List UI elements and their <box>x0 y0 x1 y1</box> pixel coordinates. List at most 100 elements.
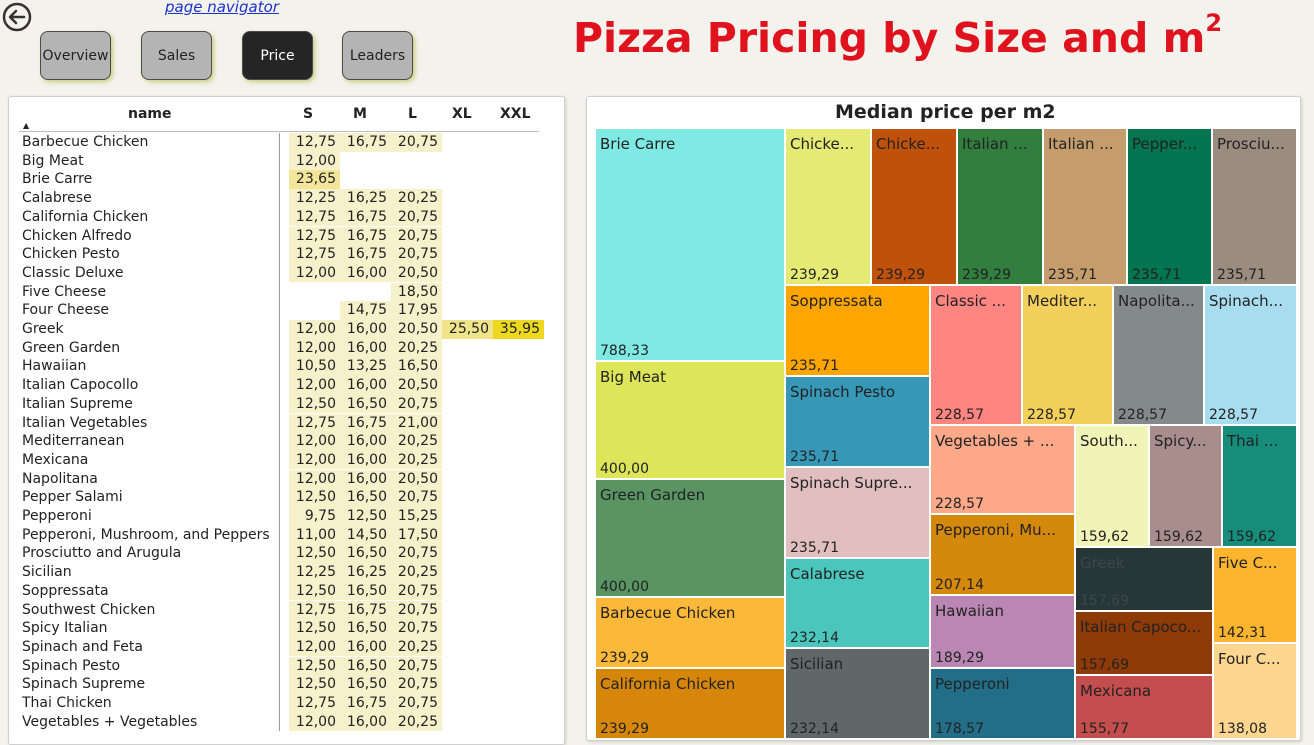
treemap-tile[interactable]: Mexicana 155,77 <box>1075 675 1213 739</box>
treemap-tile[interactable]: Hawaiian 189,29 <box>930 595 1075 668</box>
treemap-tile[interactable]: Spicy... 159,62 <box>1149 425 1222 547</box>
table-row[interactable]: Big Meat 12,00 <box>19 151 539 171</box>
row-name: Napolitana <box>22 470 98 487</box>
leaders-button[interactable]: Leaders <box>342 31 413 80</box>
table-row[interactable]: Calabrese 12,25 16,25 20,25 <box>19 189 539 208</box>
price-cell-l: 20,50 <box>391 376 442 395</box>
tile-label: South... <box>1080 432 1138 450</box>
treemap-tile[interactable]: Five C... 142,31 <box>1213 547 1297 643</box>
treemap-tile[interactable]: Pepper... 235,71 <box>1127 128 1212 285</box>
table-row[interactable]: Spicy Italian 12,50 16,50 20,75 <box>19 619 539 638</box>
treemap-tile[interactable]: Italian ... 239,29 <box>957 128 1043 285</box>
table-row[interactable]: Mediterranean 12,00 16,00 20,25 <box>19 432 539 451</box>
price-cell-l: 20,75 <box>391 694 442 713</box>
row-name: Mexicana <box>22 451 89 468</box>
overview-button[interactable]: Overview <box>40 31 111 80</box>
table-row[interactable]: Chicken Pesto 12,75 16,75 20,75 <box>19 245 539 264</box>
table-row[interactable]: California Chicken 12,75 16,75 20,75 <box>19 207 539 227</box>
table-row[interactable]: Thai Chicken 12,75 16,75 20,75 <box>19 694 539 713</box>
treemap-tile[interactable]: Spinach Supre... 235,71 <box>785 467 930 558</box>
treemap-tile[interactable]: Spinach... 228,57 <box>1204 285 1297 425</box>
treemap-tile[interactable]: Sicilian 232,14 <box>785 648 930 739</box>
treemap-tile[interactable]: Soppressata 235,71 <box>785 285 930 376</box>
treemap-tile[interactable]: Calabrese 232,14 <box>785 558 930 648</box>
table-row[interactable]: Prosciutto and Arugula 12,50 16,50 20,75 <box>19 544 539 563</box>
tile-value: 239,29 <box>962 267 1011 283</box>
table-row[interactable]: Brie Carre 23,65 <box>19 170 539 189</box>
table-row[interactable]: Barbecue Chicken 12,75 16,75 20,75 <box>19 133 539 152</box>
table-row[interactable]: Italian Capocollo 12,00 16,00 20,50 <box>19 376 539 395</box>
table-row[interactable]: Vegetables + Vegetables 12,00 16,00 20,25 <box>19 712 539 732</box>
table-row[interactable]: Greek 12,00 16,00 20,50 25,50 35,95 <box>19 320 544 339</box>
tile-value: 142,31 <box>1218 625 1267 641</box>
table-row[interactable]: Pepperoni, Mushroom, and Peppers 11,00 14,… <box>19 525 539 545</box>
table-row[interactable]: Green Garden 12,00 16,00 20,25 <box>19 338 539 358</box>
sales-button[interactable]: Sales <box>141 31 212 80</box>
table-row[interactable]: Soppressata 12,50 16,50 20,75 <box>19 581 539 601</box>
price-cell-s: 12,75 <box>289 133 340 152</box>
treemap-tile[interactable]: Spinach Pesto 235,71 <box>785 376 930 467</box>
table-row[interactable]: Chicken Alfredo 12,75 16,75 20,75 <box>19 226 539 246</box>
treemap-tile[interactable]: Four C... 138,08 <box>1213 643 1297 739</box>
table-row[interactable]: Classic Deluxe 12,00 16,00 20,50 <box>19 263 539 283</box>
treemap-tile[interactable]: Pepperoni 178,57 <box>930 668 1075 739</box>
treemap-tile[interactable]: South... 159,62 <box>1075 425 1149 547</box>
treemap-tile[interactable]: California Chicken 239,29 <box>595 668 785 739</box>
treemap-tile[interactable]: Big Meat 400,00 <box>595 361 785 479</box>
row-name: Calabrese <box>22 190 92 207</box>
table-row[interactable]: Spinach Pesto 12,50 16,50 20,75 <box>19 656 539 676</box>
price-cell-m: 16,75 <box>340 600 391 620</box>
price-cell-s: 12,75 <box>289 694 340 713</box>
treemap-tile[interactable]: Barbecue Chicken 239,29 <box>595 597 785 668</box>
table-row[interactable]: Five Cheese 18,50 <box>19 282 539 302</box>
treemap-tile[interactable]: Mediter... 228,57 <box>1022 285 1113 425</box>
price-cell-m: 16,50 <box>340 581 391 601</box>
column-header-m[interactable]: M <box>353 106 367 122</box>
table-row[interactable]: Hawaiian 10,50 13,25 16,50 <box>19 357 539 376</box>
table-row[interactable]: Napolitana 12,00 16,00 20,50 <box>19 469 539 489</box>
table-row[interactable]: Sicilian 12,25 16,25 20,25 <box>19 563 539 582</box>
treemap-tile[interactable]: Pepperoni, Mu... 207,14 <box>930 514 1075 595</box>
table-row[interactable]: Mexicana 12,00 16,00 20,25 <box>19 450 539 470</box>
price-cell-m: 16,00 <box>340 338 391 358</box>
tile-label: Brie Carre <box>600 135 676 153</box>
table-row[interactable]: Pepper Salami 12,50 16,50 20,75 <box>19 488 539 507</box>
price-button[interactable]: Price <box>242 31 313 80</box>
treemap-tile[interactable]: Italian ... 235,71 <box>1043 128 1127 285</box>
table-row[interactable]: Italian Supreme 12,50 16,50 20,75 <box>19 394 539 414</box>
table-row[interactable]: Spinach and Feta 12,00 16,00 20,25 <box>19 637 539 657</box>
treemap-tile[interactable]: Napolita... 228,57 <box>1113 285 1204 425</box>
chart-title: Median price per m2 <box>835 101 1056 123</box>
row-name: Brie Carre <box>22 171 93 188</box>
tile-label: Pepperoni <box>935 675 1010 693</box>
column-header-name[interactable]: name <box>128 106 172 122</box>
treemap-tile[interactable]: Greek 157,69 <box>1075 547 1213 611</box>
price-cell-s: 10,50 <box>289 357 340 376</box>
table-row[interactable]: Spinach Supreme 12,50 16,50 20,75 <box>19 675 539 694</box>
table-row[interactable]: Italian Vegetables 12,75 16,75 21,00 <box>19 413 539 433</box>
treemap-tile[interactable]: Vegetables + ... 228,57 <box>930 425 1075 514</box>
column-header-xl[interactable]: XL <box>452 106 472 122</box>
tile-label: Italian ... <box>1048 135 1114 153</box>
back-arrow-icon[interactable] <box>2 2 32 32</box>
price-cell-s: 9,75 <box>289 507 340 526</box>
tile-label: California Chicken <box>600 675 736 693</box>
table-row[interactable]: Southwest Chicken 12,75 16,75 20,75 <box>19 600 539 620</box>
treemap-tile[interactable]: Green Garden 400,00 <box>595 479 785 597</box>
tile-label: Four C... <box>1218 650 1281 668</box>
treemap-tile[interactable]: Brie Carre 788,33 <box>595 128 785 361</box>
table-row[interactable]: Four Cheese 14,75 17,95 <box>19 301 539 320</box>
treemap-tile[interactable]: Thai ... 159,62 <box>1222 425 1297 547</box>
page-navigator-link[interactable]: page navigator <box>165 0 279 16</box>
table-row[interactable]: Pepperoni 9,75 12,50 15,25 <box>19 507 539 526</box>
price-cell-l: 20,75 <box>391 544 442 563</box>
column-header-xxl[interactable]: XXL <box>500 106 531 122</box>
tile-value: 228,57 <box>935 407 984 423</box>
treemap-tile[interactable]: Classic ... 228,57 <box>930 285 1022 425</box>
treemap-tile[interactable]: Chicke... 239,29 <box>785 128 871 285</box>
treemap-tile[interactable]: Chicke... 239,29 <box>871 128 957 285</box>
treemap-tile[interactable]: Italian Capoco... 157,69 <box>1075 611 1213 675</box>
column-header-l[interactable]: L <box>408 106 417 122</box>
column-header-s[interactable]: S <box>303 106 313 122</box>
treemap-tile[interactable]: Prosciu... 235,71 <box>1212 128 1297 285</box>
